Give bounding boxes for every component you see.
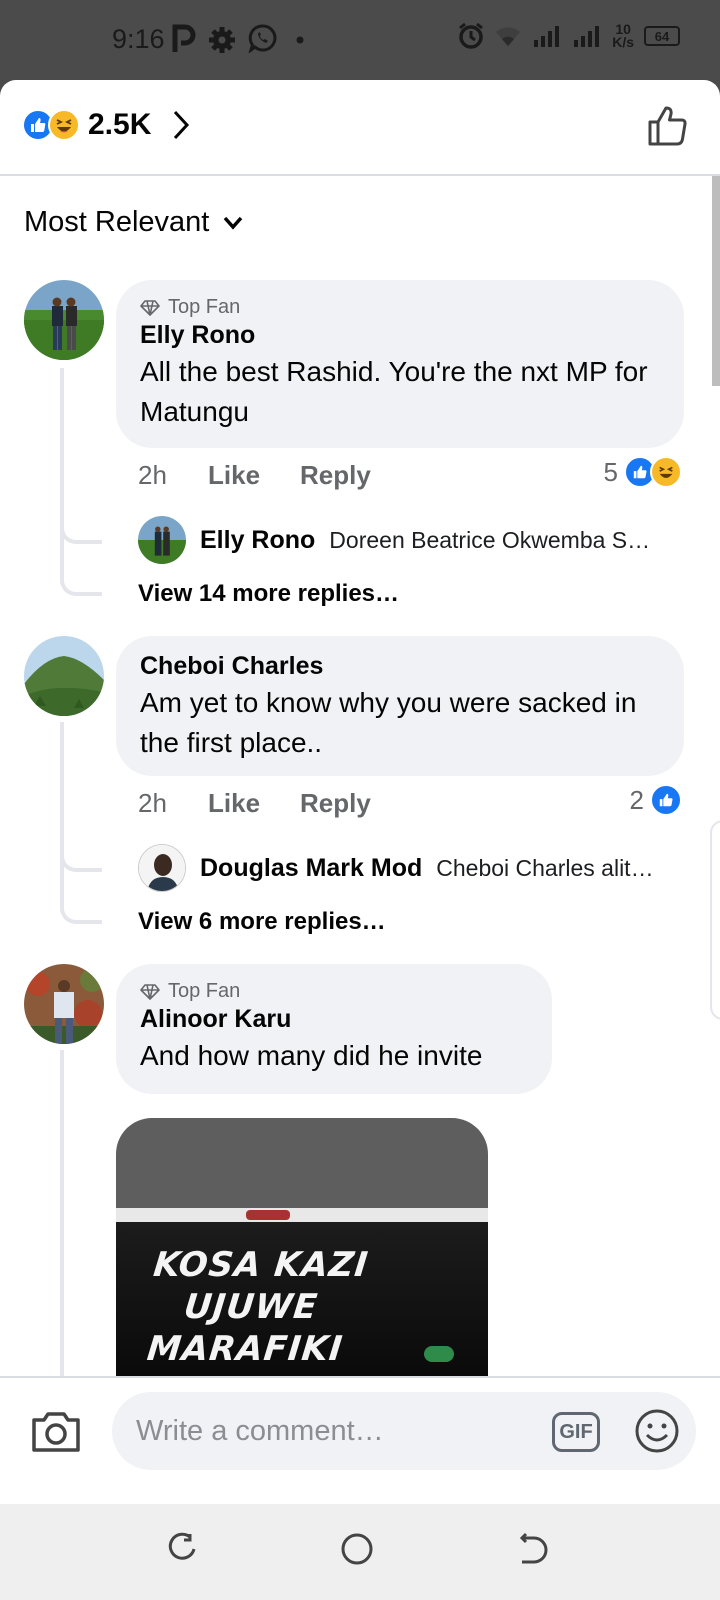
p-app-icon bbox=[172, 24, 196, 52]
gif-button[interactable]: GIF bbox=[552, 1412, 600, 1452]
reply-author: Elly Rono bbox=[200, 525, 316, 554]
thread-line bbox=[60, 722, 102, 924]
comment-text: Am yet to know why you were sacked in th… bbox=[140, 687, 637, 758]
comment-input[interactable] bbox=[112, 1392, 696, 1470]
reply-author: Douglas Mark Mod bbox=[200, 853, 423, 882]
system-nav-bar bbox=[0, 1504, 720, 1600]
thread-line bbox=[60, 368, 102, 596]
top-fan-badge: Top Fan bbox=[140, 980, 528, 1003]
reaction-summary[interactable]: 2.5K bbox=[22, 108, 191, 142]
back-icon[interactable] bbox=[518, 1532, 550, 1566]
whatsapp-icon bbox=[248, 24, 277, 53]
image-text: MARAFIKI bbox=[145, 1329, 345, 1369]
comment-author[interactable]: Cheboi Charles bbox=[140, 652, 660, 681]
avatar[interactable] bbox=[24, 280, 104, 360]
comment-bubble[interactable]: Top Fan Elly Rono All the best Rashid. Y… bbox=[116, 280, 684, 448]
comment-time[interactable]: 2h bbox=[138, 788, 208, 819]
status-right: 10 K/s 64 bbox=[458, 22, 680, 50]
comment-author[interactable]: Elly Rono bbox=[140, 321, 660, 350]
comment-actions: 2h Like Reply bbox=[138, 788, 411, 819]
dot-icon bbox=[296, 36, 304, 44]
avatar[interactable] bbox=[24, 964, 104, 1044]
emoji-icon[interactable] bbox=[634, 1408, 680, 1454]
comment-text: All the best Rashid. You're the nxt MP f… bbox=[140, 356, 648, 427]
sort-dropdown[interactable]: Most Relevant bbox=[24, 206, 243, 239]
thread-line bbox=[60, 1050, 64, 1380]
comment-image[interactable]: KOSA KAZI UJUWE MARAFIKI bbox=[116, 1118, 488, 1418]
alarm-icon bbox=[459, 22, 484, 49]
home-icon[interactable] bbox=[340, 1532, 374, 1566]
reply-preview[interactable]: Elly Rono Doreen Beatrice Okwemba S… bbox=[138, 516, 688, 564]
gear-icon bbox=[209, 27, 235, 53]
camera-icon[interactable] bbox=[30, 1408, 82, 1454]
reactions-header: 2.5K bbox=[0, 80, 720, 176]
signal-icon bbox=[534, 26, 560, 47]
comments-sheet: 2.5K Most Relevant Top Fan Elly Rono All… bbox=[0, 80, 720, 1504]
like-reaction-icon bbox=[650, 784, 682, 816]
chevron-right-icon bbox=[174, 110, 190, 140]
view-more-replies-link[interactable]: View 14 more replies… bbox=[138, 580, 399, 608]
avatar bbox=[138, 844, 186, 892]
comment-bubble[interactable]: Cheboi Charles Am yet to know why you we… bbox=[116, 636, 684, 776]
network-speed: 10 K/s bbox=[612, 21, 634, 50]
comment-author[interactable]: Alinoor Karu bbox=[140, 1005, 528, 1034]
clock: 9:16 bbox=[112, 24, 165, 54]
reply-text: Doreen Beatrice Okwemba S… bbox=[329, 526, 651, 553]
diamond-icon bbox=[140, 983, 160, 1000]
like-link[interactable]: Like bbox=[208, 788, 260, 819]
reply-text: Cheboi Charles alit… bbox=[436, 854, 654, 881]
comment-reaction-count[interactable]: 2 bbox=[630, 784, 682, 816]
image-text: KOSA KAZI bbox=[151, 1245, 371, 1285]
reply-link[interactable]: Reply bbox=[300, 788, 371, 819]
comment-composer: GIF bbox=[0, 1376, 720, 1504]
sort-label: Most Relevant bbox=[24, 206, 210, 238]
reply-link[interactable]: Reply bbox=[300, 460, 371, 491]
signal-icon bbox=[574, 26, 600, 47]
comment-reaction-count[interactable]: 5 bbox=[604, 456, 682, 488]
avatar[interactable] bbox=[24, 636, 104, 716]
avatar bbox=[138, 516, 186, 564]
wifi-icon bbox=[496, 27, 521, 46]
view-more-replies-link[interactable]: View 6 more replies… bbox=[138, 908, 386, 936]
battery-icon: 64 bbox=[644, 26, 680, 46]
comment-bubble[interactable]: Top Fan Alinoor Karu And how many did he… bbox=[116, 964, 552, 1094]
comment-actions: 2h Like Reply bbox=[138, 460, 411, 491]
chevron-down-icon bbox=[224, 216, 243, 230]
top-fan-badge: Top Fan bbox=[140, 296, 660, 319]
haha-reaction-icon bbox=[650, 456, 682, 488]
image-text: UJUWE bbox=[182, 1287, 320, 1327]
comment-text: And how many did he invite bbox=[140, 1040, 483, 1071]
like-button-icon[interactable] bbox=[646, 104, 690, 148]
diamond-icon bbox=[140, 299, 160, 316]
comment-time[interactable]: 2h bbox=[138, 460, 208, 491]
side-popup-edge[interactable] bbox=[710, 820, 720, 1020]
like-link[interactable]: Like bbox=[208, 460, 260, 491]
status-bar: 9:16 10 K/s 64 bbox=[0, 0, 720, 80]
reaction-count: 2.5K bbox=[88, 108, 152, 141]
scrollbar[interactable] bbox=[712, 176, 720, 386]
recent-apps-icon[interactable] bbox=[166, 1532, 198, 1566]
reply-preview[interactable]: Douglas Mark Mod Cheboi Charles alit… bbox=[138, 844, 688, 892]
haha-reaction-icon bbox=[48, 109, 80, 141]
